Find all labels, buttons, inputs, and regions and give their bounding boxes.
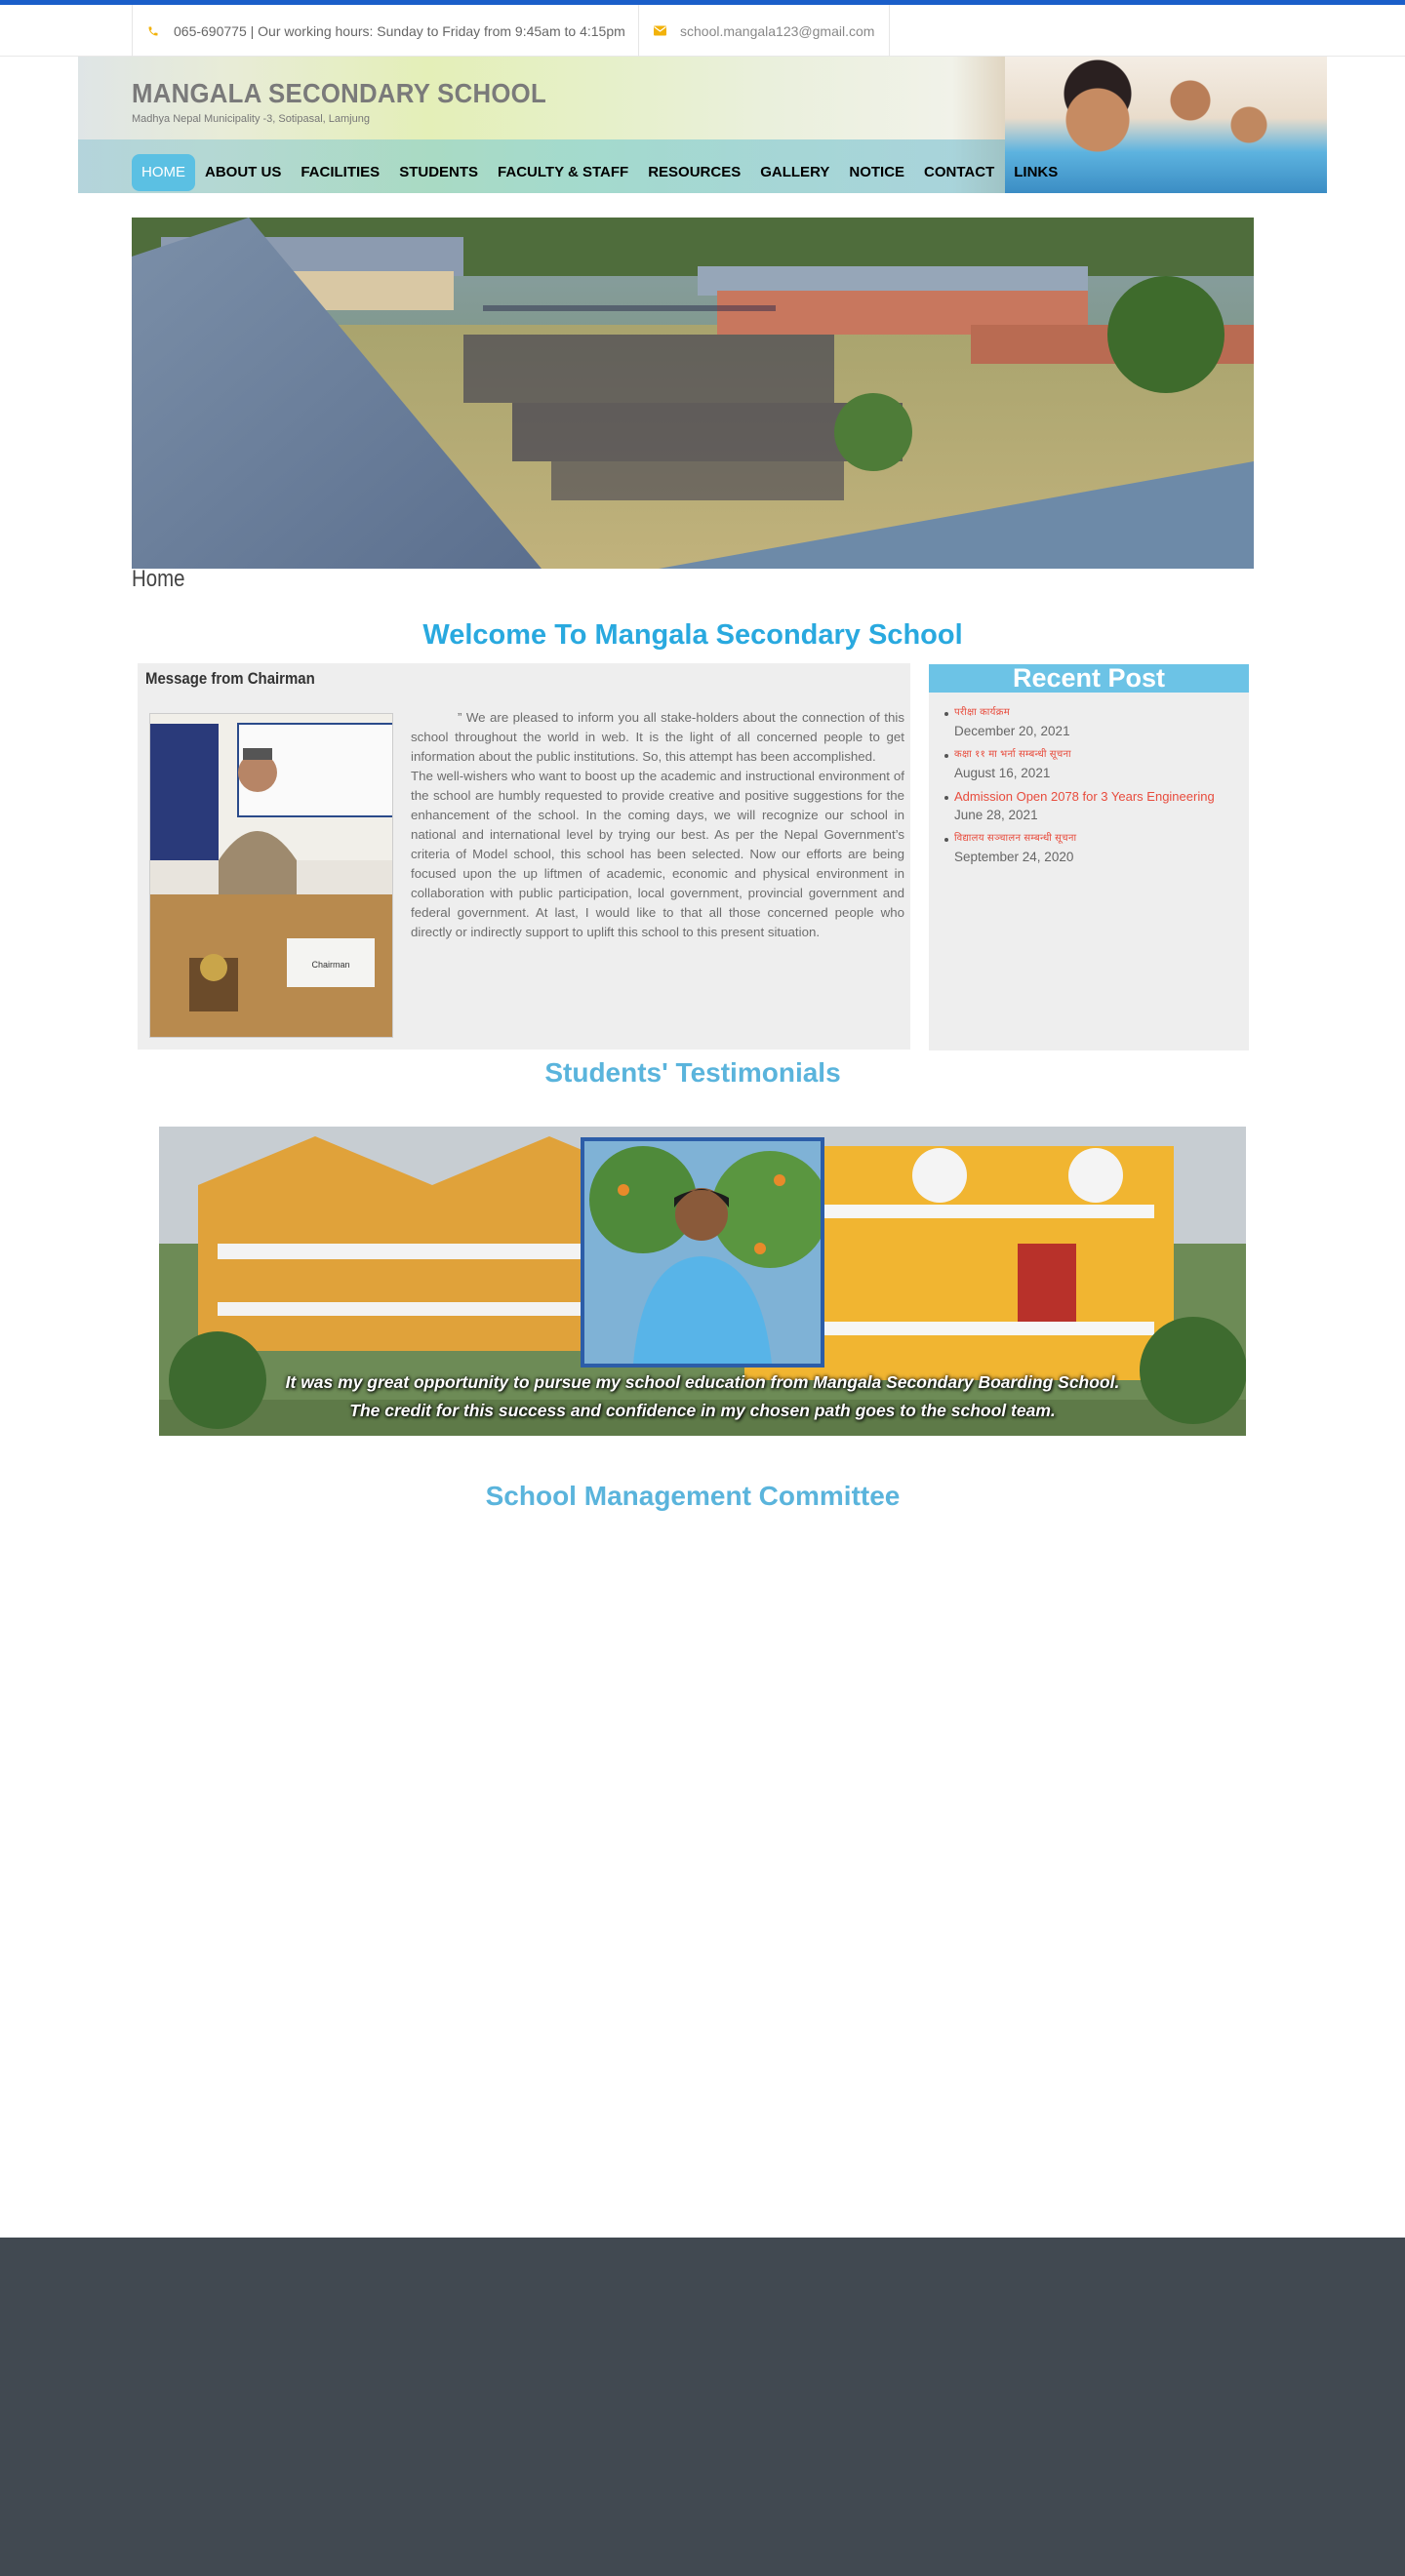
hero-banner-school-assembly bbox=[132, 218, 1254, 569]
recent-post-date: September 24, 2020 bbox=[954, 850, 1074, 864]
chairman-message-text: ” We are pleased to inform you all stake… bbox=[411, 708, 904, 942]
recent-post-item: कक्षा ११ मा भर्ना सम्बन्धी सूचना August … bbox=[944, 746, 1249, 783]
testimonial-slider[interactable]: It was my great opportunity to pursue my… bbox=[159, 1127, 1246, 1436]
contact-phone: 065-690775 | Our working hours: Sunday t… bbox=[132, 5, 639, 57]
recent-post-item: विद्यालय सञ्चालन सम्बन्धी सूचना Septembe… bbox=[944, 830, 1249, 867]
contact-email[interactable]: school.mangala123@gmail.com bbox=[638, 5, 890, 57]
recent-post-date: December 20, 2021 bbox=[954, 724, 1070, 738]
main-navigation: HOME ABOUT US FACILITIES STUDENTS FACULT… bbox=[132, 154, 1067, 191]
recent-post-item: परीक्षा कार्यक्रम December 20, 2021 bbox=[944, 704, 1249, 741]
nav-item-facilities[interactable]: FACILITIES bbox=[291, 154, 389, 191]
recent-posts-list: परीक्षा कार्यक्रम December 20, 2021 कक्ष… bbox=[929, 693, 1249, 867]
chairman-message-panel: Message from Chairman Chairman ” We are … bbox=[138, 663, 910, 1050]
chairman-message-title: Message from Chairman bbox=[145, 669, 315, 688]
chairman-nameplate-text: Chairman bbox=[311, 960, 349, 970]
recent-posts-widget: Recent Post परीक्षा कार्यक्रम December 2… bbox=[929, 664, 1249, 1050]
site-title[interactable]: MANGALA SECONDARY SCHOOL bbox=[132, 78, 546, 109]
chairman-photo: Chairman bbox=[149, 713, 393, 1038]
testimonial-quote-line-2: The credit for this success and confiden… bbox=[349, 1401, 1056, 1420]
nav-item-gallery[interactable]: GALLERY bbox=[750, 154, 839, 191]
recent-post-date: August 16, 2021 bbox=[954, 766, 1051, 780]
nav-item-notice[interactable]: NOTICE bbox=[839, 154, 914, 191]
nav-item-faculty-staff[interactable]: FACULTY & STAFF bbox=[488, 154, 638, 191]
recent-post-item: Admission Open 2078 for 3 Years Engineer… bbox=[944, 788, 1249, 825]
nav-item-links[interactable]: LINKS bbox=[1004, 154, 1067, 191]
welcome-heading: Welcome To Mangala Secondary School bbox=[422, 619, 963, 651]
top-info-bar: 065-690775 | Our working hours: Sunday t… bbox=[0, 5, 1405, 57]
phone-hours-text: 065-690775 | Our working hours: Sunday t… bbox=[174, 22, 625, 39]
nav-item-contact[interactable]: CONTACT bbox=[914, 154, 1004, 191]
recent-post-link[interactable]: Admission Open 2078 for 3 Years Engineer… bbox=[954, 788, 1249, 806]
management-committee-heading: School Management Committee bbox=[485, 1481, 901, 1511]
nav-item-about-us[interactable]: ABOUT US bbox=[195, 154, 291, 191]
email-link[interactable]: school.mangala123@gmail.com bbox=[680, 23, 874, 39]
nav-item-students[interactable]: STUDENTS bbox=[389, 154, 488, 191]
site-footer bbox=[0, 2238, 1405, 2576]
nav-item-home[interactable]: HOME bbox=[132, 154, 195, 191]
nav-item-resources[interactable]: RESOURCES bbox=[638, 154, 750, 191]
recent-posts-heading: Recent Post bbox=[929, 664, 1249, 693]
testimonial-student-photo bbox=[581, 1137, 824, 1367]
testimonials-heading: Students' Testimonials bbox=[544, 1057, 841, 1088]
recent-post-link[interactable]: विद्यालय सञ्चालन सम्बन्धी सूचना bbox=[954, 830, 1249, 848]
testimonial-quote-line-1: It was my great opportunity to pursue my… bbox=[285, 1372, 1120, 1392]
chairman-message-paragraph-1: ” We are pleased to inform you all stake… bbox=[411, 710, 904, 764]
phone-icon bbox=[146, 24, 160, 38]
recent-post-link[interactable]: कक्षा ११ मा भर्ना सम्बन्धी सूचना bbox=[954, 746, 1249, 764]
recent-post-date: June 28, 2021 bbox=[954, 808, 1038, 822]
breadcrumb: Home bbox=[132, 566, 185, 592]
envelope-icon bbox=[653, 24, 666, 38]
chairman-message-paragraph-2: The well-wishers who want to boost up th… bbox=[411, 769, 904, 939]
site-subtitle: Madhya Nepal Municipality -3, Sotipasal,… bbox=[132, 113, 370, 125]
testimonial-quote: It was my great opportunity to pursue my… bbox=[159, 1368, 1246, 1425]
site-header: MANGALA SECONDARY SCHOOL Madhya Nepal Mu… bbox=[78, 57, 1327, 193]
recent-post-link[interactable]: परीक्षा कार्यक्रम bbox=[954, 704, 1249, 722]
